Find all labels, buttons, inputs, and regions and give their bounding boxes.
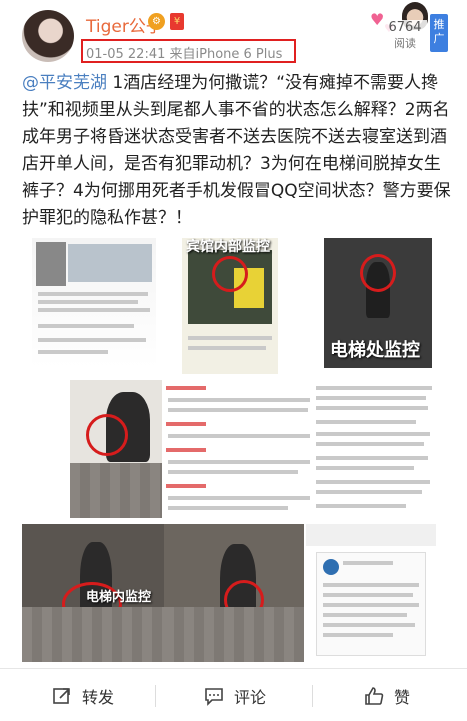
- image-7-caption: 电梯内监控: [86, 590, 152, 605]
- promote-button[interactable]: 推广: [430, 14, 448, 52]
- repost-button[interactable]: 转发: [52, 669, 114, 721]
- comment-icon: [205, 687, 223, 706]
- like-button[interactable]: 赞: [364, 669, 410, 721]
- image-1-screen: [68, 244, 152, 282]
- highlight-circle: [360, 254, 396, 292]
- highlight-circle: [212, 256, 248, 292]
- read-count-label: 阅读: [394, 37, 416, 50]
- image-9[interactable]: [306, 524, 436, 662]
- repost-icon: [53, 687, 70, 704]
- image-9-card: [316, 552, 426, 656]
- mention-link[interactable]: @平安芜湖: [22, 73, 107, 93]
- image-3[interactable]: 电梯处监控: [324, 238, 432, 368]
- image-1-photo: [36, 242, 66, 286]
- image-8[interactable]: [164, 524, 304, 662]
- image-5[interactable]: [162, 380, 334, 520]
- post-body: 1酒店经理为何撒谎？“没有瘫掉不需要人搀扶”和视频里从头到尾都人事不省的状态怎么…: [22, 73, 451, 228]
- image-7[interactable]: 电梯内监控: [22, 524, 164, 662]
- action-bar: 转发 评论 赞: [0, 668, 467, 721]
- vip-badge-icon: ⚙: [148, 13, 165, 30]
- avatar[interactable]: [22, 10, 74, 62]
- post-text: @平安芜湖 1酒店经理为何撒谎？“没有瘫掉不需要人搀扶”和视频里从头到尾都人事不…: [22, 70, 452, 232]
- image-6[interactable]: [310, 380, 436, 522]
- thumbs-up-icon: [365, 686, 384, 705]
- comment-label: 评论: [234, 687, 267, 707]
- like-label: 赞: [394, 687, 411, 707]
- highlight-circle: [86, 414, 128, 456]
- comment-button[interactable]: 评论: [204, 669, 266, 721]
- read-count-number: 6764: [388, 20, 422, 35]
- image-1[interactable]: [32, 238, 156, 368]
- image-2-caption: 宾馆内部监控: [186, 239, 270, 255]
- image-2[interactable]: 宾馆内部监控: [182, 238, 278, 374]
- post-meta: 01-05 22:41 来自iPhone 6 Plus: [86, 47, 283, 62]
- repost-label: 转发: [82, 687, 115, 707]
- post-header: Tiger公子 ⚙ ¥ 01-05 22:41 来自iPhone 6 Plus …: [0, 0, 467, 68]
- image-grid: 宾馆内部监控 电梯处监控 电梯内监控: [22, 234, 440, 664]
- read-count: 6764 阅读: [383, 20, 427, 52]
- image-4[interactable]: [70, 380, 175, 518]
- image-3-caption: 电梯处监控: [330, 340, 420, 361]
- red-envelope-badge-icon: ¥: [170, 13, 184, 30]
